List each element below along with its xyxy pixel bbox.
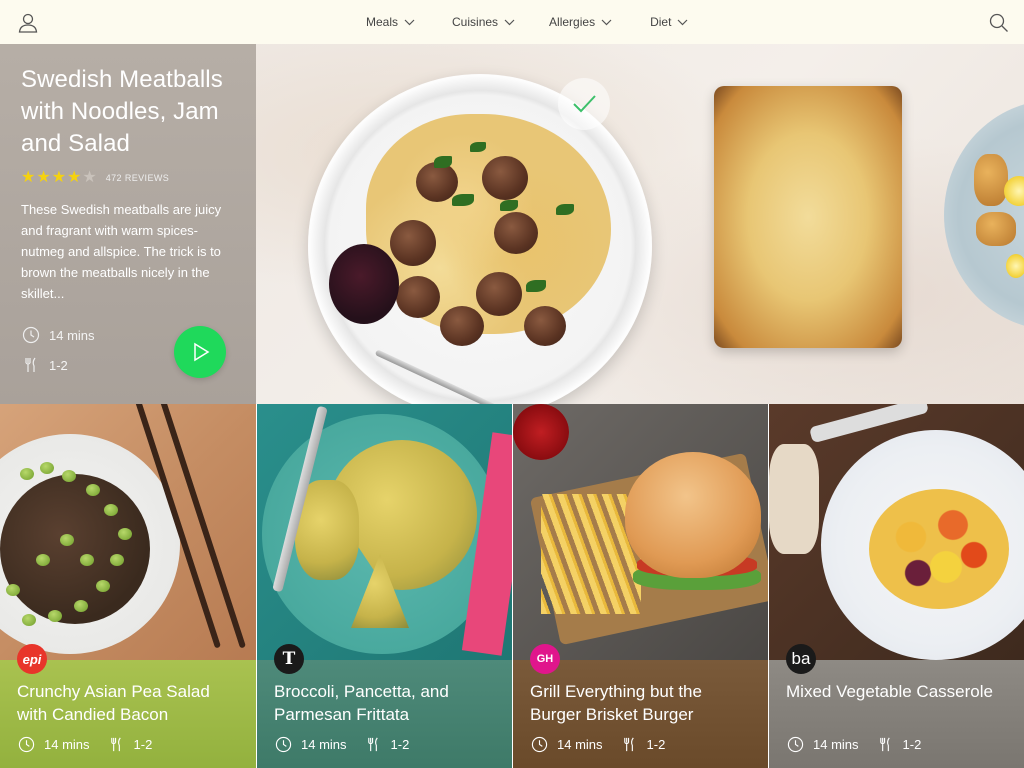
recipe-photo xyxy=(769,404,1024,660)
nav-cuisines-dropdown[interactable]: Cuisines xyxy=(452,15,515,29)
top-nav-bar: Meals Cuisines Allergies Diet xyxy=(0,0,1024,44)
nav-allergies-label: Allergies xyxy=(549,15,596,29)
star-icon: ★ xyxy=(82,169,97,186)
recipe-title: Crunchy Asian Pea Salad with Candied Bac… xyxy=(17,682,210,724)
cook-time: 14 mins xyxy=(22,326,95,344)
nav-meals-dropdown[interactable]: Meals xyxy=(366,15,415,29)
servings: 1-2 xyxy=(22,356,68,374)
source-logo-good-housekeeping: GH xyxy=(530,644,560,674)
cook-time-value: 14 mins xyxy=(301,737,347,752)
clock-icon xyxy=(18,736,35,753)
fork-knife-icon xyxy=(623,737,634,752)
play-video-button[interactable] xyxy=(174,326,226,378)
chevron-down-icon xyxy=(504,19,515,25)
servings-value: 1-2 xyxy=(646,737,666,752)
saved-check-button[interactable] xyxy=(558,78,610,130)
chevron-down-icon xyxy=(601,19,612,25)
servings-value: 1-2 xyxy=(133,737,153,752)
recipe-title: Mixed Vegetable Casserole xyxy=(786,682,993,701)
fork-knife-icon xyxy=(367,737,378,752)
fork-knife-icon xyxy=(879,737,890,752)
play-icon xyxy=(194,342,210,362)
clock-icon xyxy=(22,326,40,344)
recipe-meta: 14 mins 1-2 xyxy=(18,736,152,753)
nav-diet-label: Diet xyxy=(650,15,672,29)
source-logo-bon-appetit: ba xyxy=(786,644,816,674)
recipe-meta: 14 mins 1-2 xyxy=(531,736,665,753)
cook-time-value: 14 mins xyxy=(44,737,90,752)
recipe-card[interactable]: GH Grill Everything but the Burger Brisk… xyxy=(512,404,768,768)
user-profile-icon[interactable] xyxy=(16,11,40,35)
nav-cuisines-label: Cuisines xyxy=(452,15,499,29)
recipe-meta: 14 mins 1-2 xyxy=(787,736,921,753)
nav-meals-label: Meals xyxy=(366,15,399,29)
clock-icon xyxy=(531,736,548,753)
servings-value: 1-2 xyxy=(49,357,68,373)
recipe-photo xyxy=(0,404,256,660)
recipe-title: Grill Everything but the Burger Brisket … xyxy=(530,682,702,724)
servings-value: 1-2 xyxy=(390,737,410,752)
fork-knife-icon xyxy=(25,357,36,372)
star-icon: ★ xyxy=(36,169,51,186)
recipe-title: Broccoli, Pancetta, and Parmesan Frittat… xyxy=(274,682,449,724)
fork-knife-icon xyxy=(110,737,121,752)
recipe-grid: epi Crunchy Asian Pea Salad with Candied… xyxy=(0,404,1024,768)
star-icon: ★ xyxy=(67,169,82,186)
clock-icon xyxy=(275,736,292,753)
recipe-photo xyxy=(513,404,768,660)
featured-recipe[interactable]: Swedish Meatballs with Noodles, Jam and … xyxy=(0,44,1024,404)
recipe-photo xyxy=(257,404,512,660)
cook-time-value: 14 mins xyxy=(49,327,95,343)
source-logo-epicurious: epi xyxy=(17,644,47,674)
chevron-down-icon xyxy=(404,19,415,25)
source-logo-nytimes: T xyxy=(274,644,304,674)
checkmark-icon xyxy=(573,95,596,113)
review-count: 472 REVIEWS xyxy=(105,173,170,183)
servings-value: 1-2 xyxy=(902,737,922,752)
featured-recipe-photo xyxy=(256,44,1024,404)
featured-recipe-title[interactable]: Swedish Meatballs with Noodles, Jam and … xyxy=(21,64,241,160)
cook-time-value: 14 mins xyxy=(813,737,859,752)
search-icon[interactable] xyxy=(988,12,1010,34)
casserole-dish-image xyxy=(714,86,902,348)
recipe-card[interactable]: ba Mixed Vegetable Casserole 14 mins 1-2 xyxy=(768,404,1024,768)
clock-icon xyxy=(787,736,804,753)
featured-recipe-description: These Swedish meatballs are juicy and fr… xyxy=(21,202,222,301)
nav-diet-dropdown[interactable]: Diet xyxy=(650,15,688,29)
lingonberry-jam-image xyxy=(329,244,399,324)
recipe-meta: 14 mins 1-2 xyxy=(275,736,409,753)
category-nav: Meals Cuisines Allergies Diet xyxy=(352,0,688,44)
recipe-card[interactable]: T Broccoli, Pancetta, and Parmesan Fritt… xyxy=(256,404,512,768)
cook-time-value: 14 mins xyxy=(557,737,603,752)
recipe-info: Mixed Vegetable Casserole 14 mins 1-2 xyxy=(769,660,1024,768)
featured-recipe-panel: Swedish Meatballs with Noodles, Jam and … xyxy=(0,44,256,404)
nav-allergies-dropdown[interactable]: Allergies xyxy=(549,15,612,29)
recipe-info: Crunchy Asian Pea Salad with Candied Bac… xyxy=(0,660,256,768)
recipe-card[interactable]: epi Crunchy Asian Pea Salad with Candied… xyxy=(0,404,256,768)
chevron-down-icon xyxy=(677,19,688,25)
rating-row: ★ ★ ★ ★ ★ 472 REVIEWS xyxy=(21,169,235,187)
star-icon: ★ xyxy=(51,169,67,186)
recipe-info: Grill Everything but the Burger Brisket … xyxy=(513,660,768,768)
star-icon: ★ xyxy=(21,169,36,186)
recipe-info: Broccoli, Pancetta, and Parmesan Frittat… xyxy=(257,660,512,768)
